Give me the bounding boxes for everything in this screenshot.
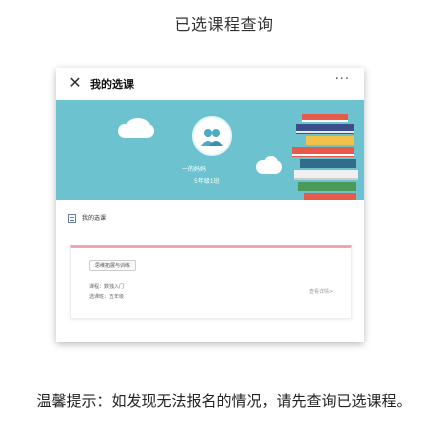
notice-text: 温馨提示：如发现无法报名的情况，请先查询已选课程。 [36,392,412,410]
page-title: 已选课程查询 [174,15,274,34]
course-class: 选课班：五年级 [89,294,125,300]
avatar[interactable] [192,116,232,156]
user-name: 一的妈妈 [182,166,207,173]
user-grade: 5年级1班 [194,178,220,185]
view-details-link[interactable]: 查看详情> [309,288,333,295]
nav-bar: ✕ 我的选课 ··· [56,68,364,101]
profile-banner: 一的妈妈 5年级1班 [56,100,364,200]
course-name: 课程：数独入门 [89,284,125,290]
more-icon[interactable]: ··· [335,72,350,87]
list-icon [68,214,76,223]
books-stack-icon [292,114,358,200]
cloud-icon [118,124,154,138]
course-category-tag: 思维拓展与训练 [89,260,137,271]
section-label: 我的选课 [82,215,107,222]
parents-avatar-icon [201,129,223,146]
nav-title: 我的选课 [90,78,134,91]
course-card[interactable]: 思维拓展与训练 课程：数独入门 选课班：五年级 查看详情> [70,245,352,319]
close-icon[interactable]: ✕ [66,74,84,92]
phone-screen: ✕ 我的选课 ··· 一的妈妈 5年级1班 我的选课 思维拓展与训练 课程：数独… [56,68,364,342]
